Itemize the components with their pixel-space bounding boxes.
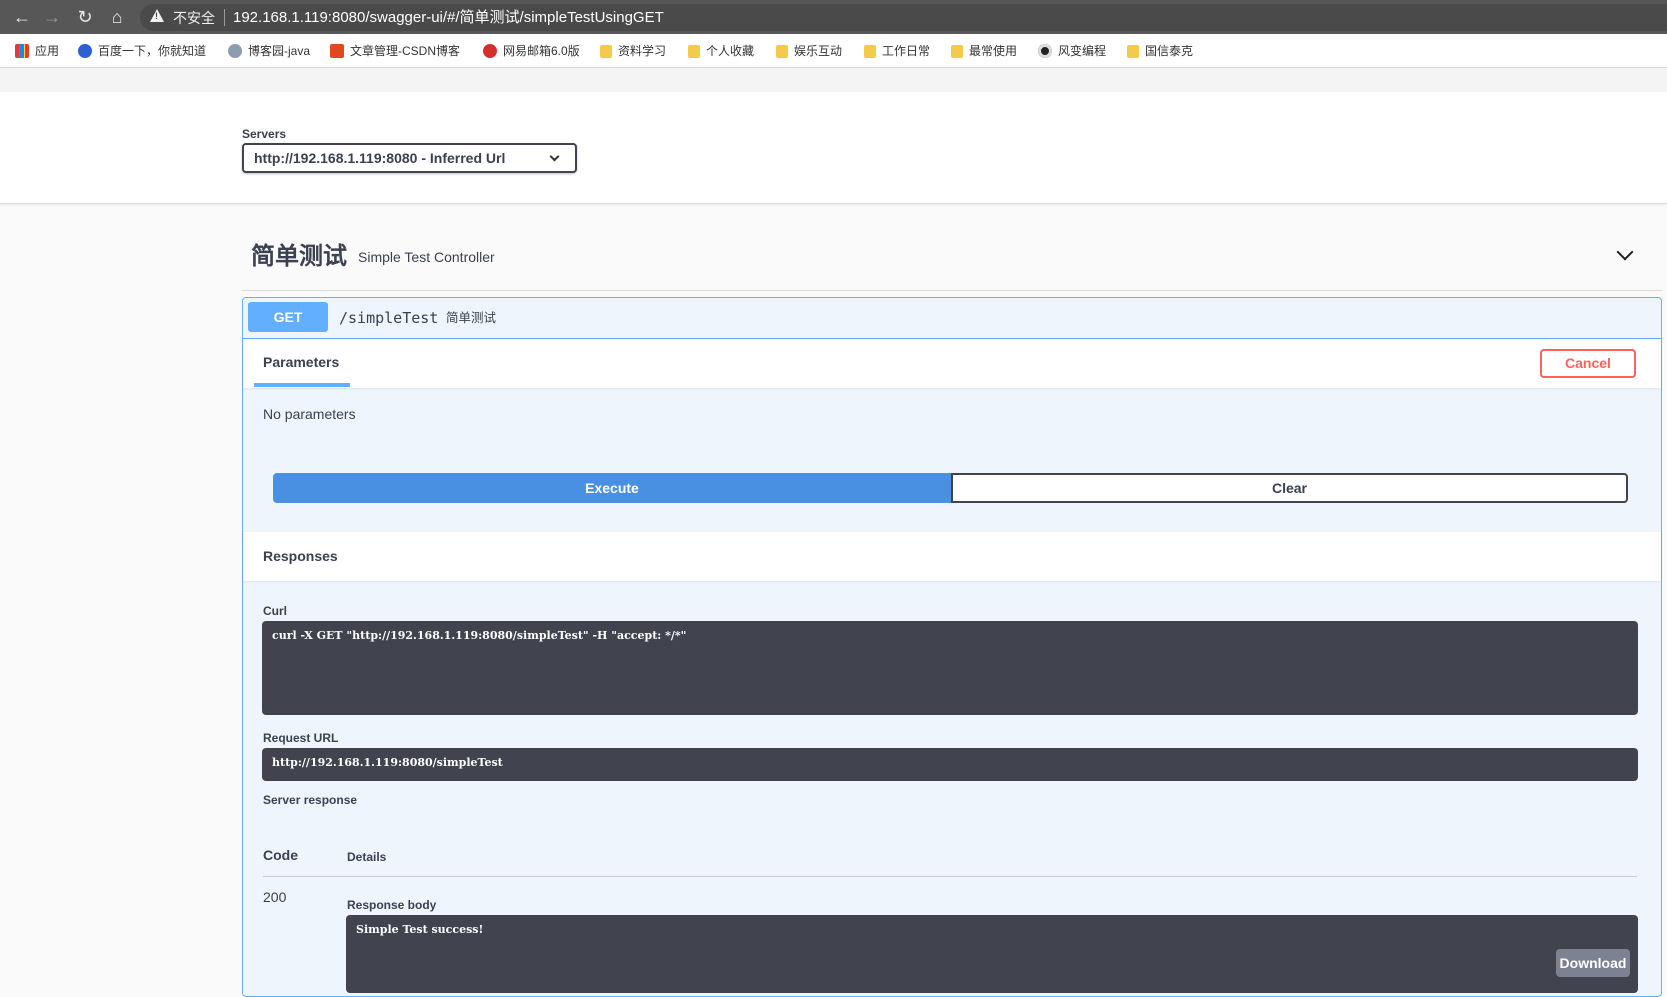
curl-label: Curl bbox=[263, 604, 287, 618]
bookmark-csdn[interactable]: 文章管理-CSDN博客 bbox=[330, 42, 460, 60]
folder-icon bbox=[951, 45, 963, 58]
response-body-label: Response body bbox=[347, 898, 437, 912]
request-url-label: Request URL bbox=[263, 731, 339, 745]
browser-toolbar: ← → ↻ ⌂ 不安全 192.168.1.119:8080/swagger-u… bbox=[0, 0, 1667, 34]
parameters-header: Parameters Cancel bbox=[243, 339, 1661, 388]
cancel-button[interactable]: Cancel bbox=[1540, 349, 1636, 378]
collapse-chevron-icon[interactable] bbox=[1616, 243, 1634, 261]
csdn-icon bbox=[330, 44, 344, 58]
code-column-header: Code bbox=[263, 847, 298, 863]
forward-arrow-icon[interactable]: → bbox=[42, 7, 62, 27]
no-parameters-text: No parameters bbox=[263, 406, 356, 422]
tab-parameters[interactable]: Parameters bbox=[263, 354, 339, 370]
clear-button[interactable]: Clear bbox=[951, 473, 1628, 503]
servers-label: Servers bbox=[242, 127, 287, 141]
response-table-divider bbox=[263, 876, 1637, 877]
page-top-strip bbox=[0, 68, 1667, 92]
bookmark-cnblogs[interactable]: 博客园-java bbox=[228, 42, 310, 60]
tag-title[interactable]: 简单测试 bbox=[251, 242, 347, 272]
bookmarks-bar: 应用 百度一下，你就知道 博客园-java 文章管理-CSDN博客 网易邮箱6.… bbox=[0, 34, 1667, 68]
server-response-label: Server response bbox=[263, 793, 358, 807]
folder-icon bbox=[688, 45, 700, 58]
warning-icon[interactable] bbox=[150, 9, 164, 22]
request-url-block[interactable]: http://192.168.1.119:8080/simpleTest bbox=[262, 748, 1638, 781]
apps-icon bbox=[15, 44, 29, 58]
responses-header: Responses bbox=[243, 532, 1661, 581]
folder-icon bbox=[600, 45, 612, 58]
folder-icon bbox=[864, 45, 876, 58]
operation-summary[interactable]: GET /simpleTest 简单测试 bbox=[243, 298, 1661, 339]
bookmark-baidu[interactable]: 百度一下，你就知道 bbox=[78, 42, 206, 60]
bookmark-mail[interactable]: 网易邮箱6.0版 bbox=[483, 42, 580, 60]
bookmark-apps[interactable]: 应用 bbox=[15, 42, 59, 60]
operation-block: GET /simpleTest 简单测试 Parameters Cancel N… bbox=[242, 297, 1662, 997]
reload-icon[interactable]: ↻ bbox=[75, 7, 95, 27]
responses-title: Responses bbox=[263, 548, 338, 564]
folder-icon bbox=[1127, 45, 1139, 58]
insecure-label[interactable]: 不安全 bbox=[173, 9, 215, 27]
status-code: 200 bbox=[263, 889, 287, 905]
response-body-block[interactable]: Simple Test success! bbox=[346, 915, 1638, 993]
baidu-icon bbox=[78, 44, 92, 58]
download-button[interactable]: Download bbox=[1556, 949, 1630, 977]
bookmark-folder-guoxin[interactable]: 国信泰克 bbox=[1127, 42, 1193, 60]
bookmark-folder-personal[interactable]: 个人收藏 bbox=[688, 42, 754, 60]
bookmark-fengbian[interactable]: 风变编程 bbox=[1038, 42, 1106, 60]
bookmark-folder-frequent[interactable]: 最常使用 bbox=[951, 42, 1017, 60]
details-column-header: Details bbox=[347, 850, 387, 864]
url-text[interactable]: 192.168.1.119:8080/swagger-ui/#/简单测试/sim… bbox=[233, 8, 664, 27]
tab-active-indicator bbox=[254, 383, 350, 387]
cnblogs-icon bbox=[228, 44, 242, 58]
method-badge: GET bbox=[248, 302, 328, 332]
address-separator bbox=[224, 9, 225, 26]
curl-code-block[interactable]: curl -X GET "http://192.168.1.119:8080/s… bbox=[262, 621, 1638, 715]
tag-divider bbox=[242, 290, 1662, 291]
panda-icon bbox=[1038, 44, 1052, 58]
back-arrow-icon[interactable]: ← bbox=[12, 7, 32, 27]
bookmark-folder-study[interactable]: 资料学习 bbox=[600, 42, 666, 60]
bookmark-folder-work[interactable]: 工作日常 bbox=[864, 42, 930, 60]
operation-path: /simpleTest bbox=[339, 309, 439, 327]
tag-description: Simple Test Controller bbox=[358, 249, 495, 265]
operation-summary-text: 简单测试 bbox=[446, 311, 497, 325]
execute-button-group: Execute Clear bbox=[273, 473, 1628, 503]
home-icon[interactable]: ⌂ bbox=[107, 7, 127, 27]
mail-icon bbox=[483, 44, 497, 58]
execute-button[interactable]: Execute bbox=[273, 473, 951, 503]
servers-select[interactable]: http://192.168.1.119:8080 - Inferred Url bbox=[242, 143, 577, 173]
folder-icon bbox=[776, 45, 788, 58]
bookmark-folder-entertainment[interactable]: 娱乐互动 bbox=[776, 42, 842, 60]
